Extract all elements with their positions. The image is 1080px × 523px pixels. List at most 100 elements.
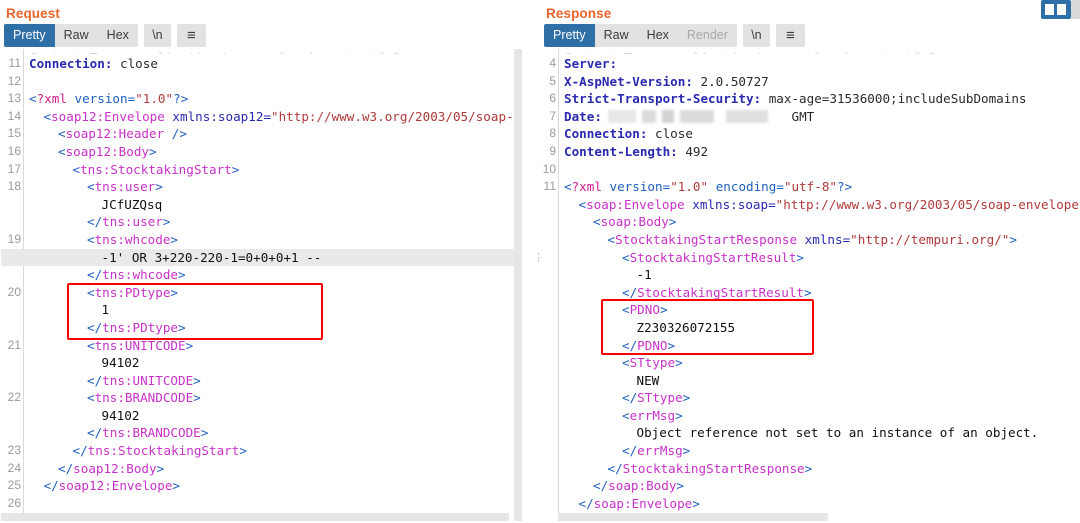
code-line-text: Server: <box>564 56 618 71</box>
code-line-number: 11 <box>8 56 21 70</box>
code-line-text: 1 <box>101 302 110 318</box>
burp-repeater-message-viewer: Request Pretty Raw Hex \n ≡ Content-Type… <box>0 0 1080 523</box>
code-line: </StocktakingStartResponse> <box>540 460 1080 478</box>
response-newline-toggle-button[interactable]: \n <box>742 24 770 47</box>
request-body-viewer[interactable]: Content-Type: application/soap+xml; char… <box>0 49 522 521</box>
code-line-text: 94102 <box>101 355 140 371</box>
code-line: </STtype> <box>540 389 1080 407</box>
response-view-mode-group: Pretty Raw Hex Render <box>544 24 737 47</box>
code-line-number: 9 <box>549 143 556 158</box>
code-line: 10 <box>540 161 1080 179</box>
code-line-text: <errMsg> <box>622 407 683 423</box>
request-horizontal-scrollbar[interactable] <box>1 513 509 521</box>
response-tab-hex[interactable]: Hex <box>637 24 678 47</box>
code-line-text: </soap12:Body> <box>58 460 165 476</box>
request-panel-title: Request <box>6 6 60 21</box>
code-line: <soap:Envelope xmlns:soap="http://www.w3… <box>540 196 1080 214</box>
code-line-number: 16 <box>7 143 21 158</box>
code-line: 12 <box>1 73 522 91</box>
code-line: 11 <?xml version="1.0" encoding="utf-8"?> <box>540 178 1080 196</box>
code-line-text: </soap12:Envelope> <box>43 478 181 494</box>
code-line-text: Content-Length: 492 <box>564 143 709 159</box>
code-line-text: </tns:UNITCODE> <box>87 372 201 388</box>
code-line: Object reference not set to an instance … <box>540 424 1080 442</box>
code-line-text: Z230326072155 <box>636 319 736 335</box>
code-line-text: <STtype> <box>622 355 683 371</box>
code-line-number: 17 <box>7 161 21 176</box>
response-clipped-line: Content-Type: application/soap+xml; char… <box>564 49 1034 54</box>
code-line-text: </PDNO> <box>622 337 676 353</box>
code-line: 26 <box>1 495 522 513</box>
request-menu-icon[interactable]: ≡ <box>176 24 206 47</box>
code-line: </tns:BRANDCODE> <box>1 424 522 442</box>
code-line: Z230326072155 <box>540 319 1080 337</box>
code-line-text: Connection: close <box>29 56 158 71</box>
code-line-text: </tns:StocktakingStart> <box>72 443 247 459</box>
code-line: 6 Strict-Transport-Security: max-age=3153… <box>540 90 1080 108</box>
code-line-number: 6 <box>549 91 556 106</box>
request-code-lines: 11 Connection: close 12 13 <?xml version="1.… <box>1 55 522 512</box>
code-line-text: <PDNO> <box>622 302 668 318</box>
code-line-number: 21 <box>7 337 21 352</box>
code-line-text: Date: GMT <box>564 108 815 124</box>
code-line-text: </soap:Envelope> <box>578 495 700 511</box>
code-line-number: 7 <box>549 108 556 123</box>
window-edge-chrome <box>1071 0 1080 19</box>
code-line: 9 Content-Length: 492 <box>540 143 1080 161</box>
response-panel-title: Response <box>546 6 612 21</box>
code-line: <StocktakingStartResult> <box>540 249 1080 267</box>
response-tab-render: Render <box>677 24 737 47</box>
split-view-right-pane <box>1057 4 1066 15</box>
code-line-number: 4 <box>549 56 556 70</box>
code-line: 94102 <box>1 407 522 425</box>
split-view-left-pane <box>1045 4 1054 15</box>
code-line: </tns:PDtype> <box>1 319 522 337</box>
code-line-text: </tns:BRANDCODE> <box>87 425 209 441</box>
response-tab-pretty[interactable]: Pretty <box>544 24 595 47</box>
response-menu-icon[interactable]: ≡ <box>775 24 805 47</box>
code-line: 1 <box>1 301 522 319</box>
code-line-text: <soap:Body> <box>593 214 677 230</box>
request-vertical-scrollbar[interactable] <box>514 49 522 521</box>
code-line-text: </tns:user> <box>87 214 171 230</box>
panel-split-handle[interactable]: ⋮ <box>533 253 544 277</box>
code-line-text: <soap12:Envelope xmlns:soap12="http://ww… <box>43 108 523 124</box>
code-line-number: 24 <box>7 460 21 475</box>
code-line-text: <StocktakingStartResult> <box>622 249 804 265</box>
response-toolbar: Pretty Raw Hex Render \n ≡ <box>544 24 1080 47</box>
code-line: 25 </soap12:Envelope> <box>1 477 522 495</box>
code-line: 8 Connection: close <box>540 125 1080 143</box>
code-line: <STtype> <box>540 354 1080 372</box>
request-tab-hex[interactable]: Hex <box>97 24 138 47</box>
request-panel: Request Pretty Raw Hex \n ≡ Content-Type… <box>0 0 522 523</box>
request-tab-raw[interactable]: Raw <box>54 24 98 47</box>
code-line-number: 13 <box>7 91 21 106</box>
response-tab-raw[interactable]: Raw <box>594 24 638 47</box>
request-newline-toggle-button[interactable]: \n <box>143 24 171 47</box>
code-line: </tns:user> <box>1 213 522 231</box>
response-horizontal-scrollbar[interactable] <box>558 513 828 521</box>
code-line-text: <tns:BRANDCODE> <box>87 390 201 406</box>
code-line-text: </tns:PDtype> <box>87 319 186 335</box>
code-line-text: -1 <box>636 267 652 283</box>
split-view-icon[interactable] <box>1041 0 1071 19</box>
code-line: -1' OR 3+220-220-1=0+0+0+1 -- <box>1 248 522 267</box>
code-line: -1 <box>540 266 1080 284</box>
code-line-text: </StocktakingStartResponse> <box>607 460 813 476</box>
code-line: 19 <tns:whcode> <box>1 231 522 249</box>
code-line-text: X-AspNet-Version: 2.0.50727 <box>564 73 769 89</box>
request-toolbar: Pretty Raw Hex \n ≡ <box>4 24 522 47</box>
code-line-number: 8 <box>549 126 556 141</box>
code-line-text: <soap12:Header /> <box>58 126 187 142</box>
code-line: </soap:Envelope> <box>540 495 1080 513</box>
code-line-number: 14 <box>7 108 21 123</box>
response-body-viewer[interactable]: Content-Type: application/soap+xml; char… <box>540 49 1080 521</box>
code-line: 17 <tns:StocktakingStart> <box>1 161 522 179</box>
code-line-text: -1' OR 3+220-220-1=0+0+0+1 -- <box>101 249 322 265</box>
request-tab-pretty[interactable]: Pretty <box>4 24 55 47</box>
code-line: <errMsg> <box>540 407 1080 425</box>
code-line: 21 <tns:UNITCODE> <box>1 337 522 355</box>
code-line-text: <tns:PDtype> <box>87 284 179 300</box>
code-line-number: 26 <box>7 495 21 510</box>
code-line: <PDNO> <box>540 301 1080 319</box>
